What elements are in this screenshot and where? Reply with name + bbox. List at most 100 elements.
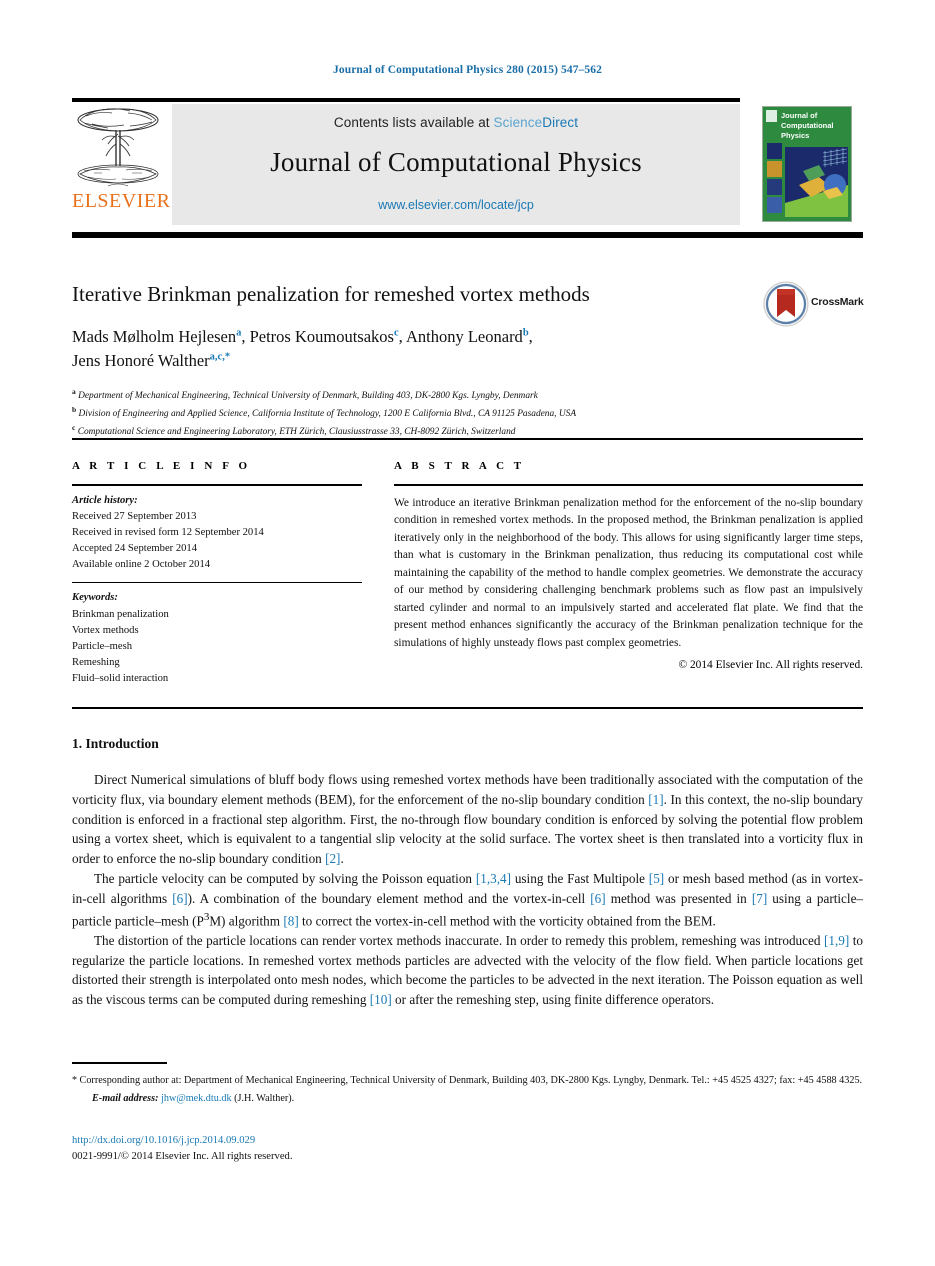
author-3: , Anthony Leonard	[398, 327, 523, 347]
abstract-heading: A B S T R A C T	[394, 460, 525, 472]
paragraph-2: The particle velocity can be computed by…	[72, 869, 863, 931]
svg-text:Journal of: Journal of	[781, 111, 818, 120]
affiliation-c-text: Computational Science and Engineering La…	[77, 427, 516, 438]
journal-masthead: ELSEVIER Contents lists available at Sci…	[72, 98, 863, 238]
citation-ref[interactable]: [1]	[648, 792, 663, 807]
article-info-heading: A R T I C L E I N F O	[72, 460, 251, 472]
history-item-online: Available online 2 October 2014	[72, 559, 211, 571]
paragraph-1: Direct Numerical simulations of bluff bo…	[72, 770, 863, 869]
elsevier-tree-icon	[77, 108, 159, 187]
keyword-item: Vortex methods	[72, 624, 139, 636]
footnote-rule	[72, 1062, 167, 1064]
keyword-item: Brinkman penalization	[72, 608, 169, 620]
email-note: E-mail address: jhw@mek.dtu.dk (J.H. Wal…	[72, 1091, 863, 1107]
affiliation-b-text: Division of Engineering and Applied Scie…	[78, 409, 577, 420]
abstract-column: A B S T R A C T We introduce an iterativ…	[394, 460, 863, 671]
doi-link[interactable]: http://dx.doi.org/10.1016/j.jcp.2014.09.…	[72, 1133, 292, 1149]
masthead-body: ELSEVIER Contents lists available at Sci…	[72, 102, 863, 227]
journal-homepage-link[interactable]: www.elsevier.com/locate/jcp	[172, 198, 740, 212]
p2-part-3: using the Fast Multipole	[511, 870, 649, 886]
abstract-copyright: © 2014 Elsevier Inc. All rights reserved…	[678, 658, 863, 671]
article-info-divider	[72, 484, 362, 486]
title-block: Iterative Brinkman penalization for reme…	[72, 281, 864, 440]
affiliation-a: a Department of Mechanical Engineering, …	[72, 386, 863, 404]
history-item-received: Received 27 September 2013	[72, 511, 197, 523]
sciencedirect-logo-part1: Science	[493, 115, 543, 130]
citation-ref[interactable]: [2]	[325, 851, 340, 866]
email-address-link[interactable]: jhw@mek.dtu.dk	[161, 1093, 232, 1104]
running-head: Journal of Computational Physics 280 (20…	[333, 64, 602, 76]
citation-ref[interactable]: [10]	[370, 992, 392, 1007]
journal-cover-thumbnail: Journal of Computational Physics	[762, 106, 852, 222]
p3-part-5: or after the remeshing step, using finit…	[391, 992, 715, 1008]
citation-ref[interactable]: [6]	[590, 891, 605, 906]
paper-page: Journal of Computational Physics 280 (20…	[0, 0, 935, 1266]
issn-copyright-line: 0021-9991/© 2014 Elsevier Inc. All right…	[72, 1150, 293, 1162]
keyword-item: Remeshing	[72, 656, 120, 668]
citation-ref[interactable]: [1,3,4]	[476, 871, 511, 886]
keyword-item: Particle–mesh	[72, 640, 133, 652]
info-section-top-rule	[72, 438, 863, 440]
body-text: Direct Numerical simulations of bluff bo…	[72, 770, 863, 1010]
info-section-bottom-rule	[72, 707, 863, 709]
sciencedirect-logo-part2[interactable]: Direct	[542, 115, 578, 130]
author-1: Mads Mølholm Hejlesen	[72, 327, 237, 347]
citation-ref[interactable]: [5]	[649, 871, 664, 886]
footnote-star-marker: *	[72, 1075, 77, 1086]
p2-part-7: ). A combination of the boundary element…	[187, 890, 591, 906]
citation-ref[interactable]: [8]	[283, 913, 298, 928]
abstract-text: We introduce an iterative Brinkman penal…	[394, 497, 863, 649]
author-4: Jens Honoré Walther	[72, 350, 210, 370]
article-info-column: A R T I C L E I N F O Article history: R…	[72, 460, 362, 687]
keywords-divider	[72, 582, 362, 584]
p3-part-1: The distortion of the particle locations…	[94, 932, 824, 948]
corresponding-author-note: * Corresponding author at: Department of…	[72, 1073, 863, 1089]
keyword-item: Fluid–solid interaction	[72, 672, 169, 684]
crossmark-icon	[763, 281, 809, 327]
paragraph-3: The distortion of the particle locations…	[72, 931, 863, 1010]
footnote-block: * Corresponding author at: Department of…	[72, 1073, 863, 1107]
affiliation-a-text: Department of Mechanical Engineering, Te…	[78, 391, 538, 402]
abstract-divider	[394, 484, 863, 486]
author-list: Mads Mølholm Hejlesena, Petros Koumoutsa…	[72, 325, 772, 372]
keywords-label: Keywords:	[72, 592, 118, 604]
doi-and-issn-block: http://dx.doi.org/10.1016/j.jcp.2014.09.…	[72, 1133, 292, 1165]
affiliation-c-mark: c	[72, 423, 76, 433]
affiliation-b-mark: b	[72, 405, 77, 415]
history-item-accepted: Accepted 24 September 2014	[72, 543, 198, 555]
crossmark-label: CrossMark	[811, 296, 864, 308]
p1-part-5: .	[340, 851, 344, 867]
email-owner: (J.H. Walther).	[234, 1092, 295, 1104]
svg-text:Computational: Computational	[781, 121, 834, 130]
citation-ref[interactable]: [6]	[172, 891, 187, 906]
masthead-bottom-rule	[72, 232, 863, 238]
affiliations-list: a Department of Mechanical Engineering, …	[72, 386, 863, 440]
contents-lists-line: Contents lists available at ScienceDirec…	[172, 104, 740, 130]
p2-part-9: method was presented in	[605, 890, 752, 906]
author-2: , Petros Koumoutsakos	[241, 327, 394, 347]
corresponding-author-text: Corresponding author at: Department of M…	[79, 1075, 863, 1086]
citation-ref[interactable]: [1,9]	[824, 933, 849, 948]
journal-cover-image: Journal of Computational Physics	[763, 107, 851, 221]
contents-prefix: Contents lists available at	[333, 115, 494, 130]
svg-text:Physics: Physics	[781, 131, 809, 140]
crossmark-badge[interactable]: CrossMark	[763, 281, 864, 327]
page-title: Iterative Brinkman penalization for reme…	[72, 282, 590, 306]
masthead-center-panel: Contents lists available at ScienceDirec…	[172, 104, 740, 225]
affiliation-a-mark: a	[72, 387, 76, 397]
journal-title: Journal of Computational Physics	[270, 147, 642, 177]
section-heading-introduction: 1. Introduction	[72, 736, 159, 751]
p2-part-1: The particle velocity can be computed by…	[94, 870, 476, 886]
author-4-affil-mark[interactable]: a,c,	[210, 351, 225, 362]
affiliation-b: b Division of Engineering and Applied Sc…	[72, 404, 863, 422]
elsevier-wordmark: ELSEVIER	[72, 190, 171, 212]
article-history-block: Article history: Received 27 September 2…	[72, 493, 362, 573]
history-item-revised: Received in revised form 12 September 20…	[72, 527, 264, 539]
citation-ref[interactable]: [7]	[752, 891, 767, 906]
keywords-block: Keywords: Brinkman penalization Vortex m…	[72, 590, 362, 687]
p2-part-15: to correct the vortex-in-cell method wit…	[298, 912, 716, 928]
article-history-label: Article history:	[72, 495, 138, 506]
corresponding-author-mark[interactable]: *	[225, 351, 230, 362]
elsevier-logo: ELSEVIER	[72, 104, 171, 227]
email-address-label: E-mail address:	[92, 1092, 159, 1104]
